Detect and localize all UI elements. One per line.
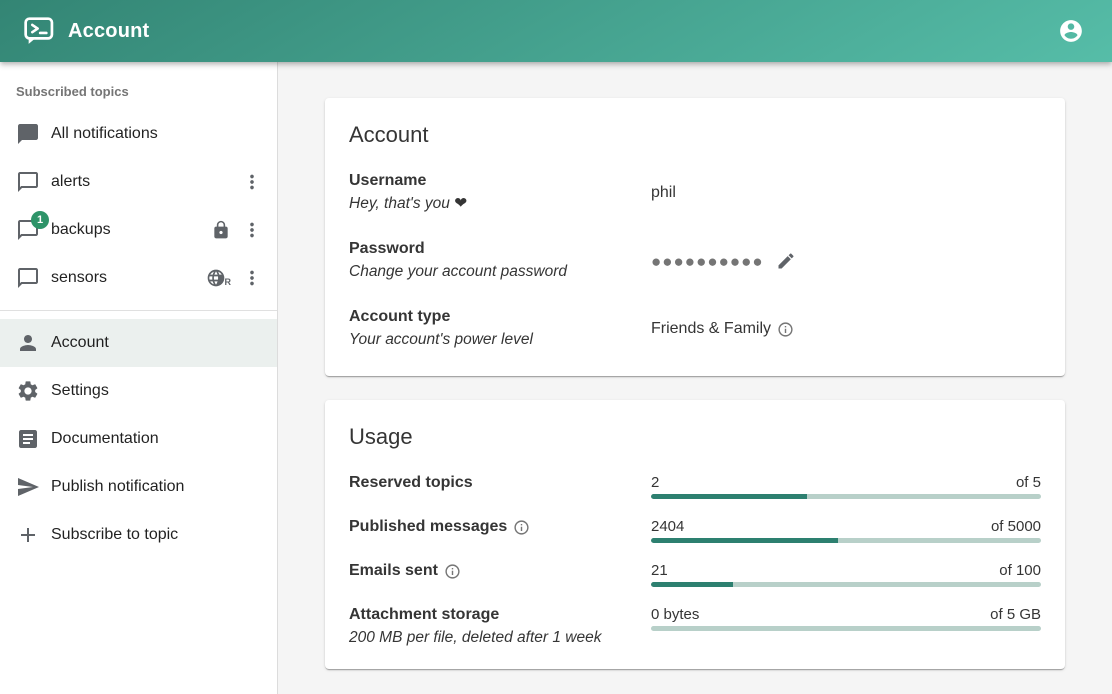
- sidebar-item-all-notifications[interactable]: All notifications: [0, 110, 277, 158]
- reserved-topics-meter: Reserved topics 2 of 5: [349, 472, 1041, 499]
- nav-label: Documentation: [51, 430, 267, 448]
- chat-bubble-filled-icon: [16, 122, 40, 146]
- account-type-row: Account type Your account's power level …: [349, 306, 1041, 352]
- article-icon: [16, 427, 40, 451]
- progress-fill: [651, 494, 807, 499]
- topic-label: All notifications: [51, 125, 267, 143]
- account-circle-icon: [1058, 18, 1084, 44]
- username-sublabel: Hey, that's you ❤: [349, 192, 651, 216]
- sidebar-item-documentation[interactable]: Documentation: [0, 415, 277, 463]
- progress-bar: [651, 538, 1041, 543]
- meter-sublabel: 200 MB per file, deleted after 1 week: [349, 626, 651, 650]
- main-content: Account Username Hey, that's you ❤ phil …: [278, 62, 1112, 694]
- info-icon[interactable]: [513, 519, 530, 536]
- sidebar-item-settings[interactable]: Settings: [0, 367, 277, 415]
- ntfy-logo-icon: [24, 17, 54, 45]
- account-card: Account Username Hey, that's you ❤ phil …: [325, 98, 1065, 376]
- account-type-sublabel: Your account's power level: [349, 328, 651, 352]
- topic-menu-button[interactable]: [237, 215, 267, 245]
- usage-card: Usage Reserved topics 2 of 5: [325, 400, 1065, 669]
- sidebar-divider: [0, 310, 277, 311]
- usage-card-title: Usage: [349, 424, 1041, 450]
- username-label: Username: [349, 170, 651, 192]
- meter-label: Attachment storage: [349, 604, 499, 626]
- meter-limit: of 5 GB: [990, 604, 1041, 626]
- meter-label: Reserved topics: [349, 472, 473, 494]
- attachment-storage-meter: Attachment storage 200 MB per file, dele…: [349, 604, 1041, 650]
- meter-value: 2: [651, 472, 659, 494]
- plus-icon: [16, 523, 40, 547]
- progress-bar: [651, 582, 1041, 587]
- sidebar-item-alerts[interactable]: alerts: [0, 158, 277, 206]
- meter-limit: of 5000: [991, 516, 1041, 538]
- password-sublabel: Change your account password: [349, 260, 651, 284]
- topic-list: All notifications alerts: [0, 110, 277, 302]
- password-row: Password Change your account password ●●…: [349, 238, 1041, 284]
- subscribed-topics-heading: Subscribed topics: [0, 62, 277, 110]
- more-vert-icon: [241, 219, 263, 241]
- topic-menu-button[interactable]: [237, 167, 267, 197]
- gear-icon: [16, 379, 40, 403]
- account-menu-button[interactable]: [1050, 10, 1092, 52]
- change-password-button[interactable]: [774, 249, 798, 273]
- chat-bubble-outline-icon: [16, 170, 40, 194]
- app-window: Account Subscribed topics All notificati…: [0, 0, 1112, 694]
- emails-sent-meter: Emails sent 21 of 100: [349, 560, 1041, 587]
- nav-label: Publish notification: [51, 478, 267, 496]
- page-title: Account: [68, 20, 149, 43]
- chat-bubble-outline-icon: 1: [16, 218, 40, 242]
- progress-fill: [651, 538, 838, 543]
- nav-label: Account: [51, 334, 267, 352]
- progress-bar: [651, 494, 1041, 499]
- more-vert-icon: [241, 171, 263, 193]
- sidebar-item-account[interactable]: Account: [0, 319, 277, 367]
- more-vert-icon: [241, 267, 263, 289]
- app-header: Account: [0, 0, 1112, 62]
- lock-icon: [211, 220, 231, 240]
- topic-menu-button[interactable]: [237, 263, 267, 293]
- topic-label: backups: [51, 221, 211, 239]
- meter-value: 21: [651, 560, 668, 582]
- username-value: phil: [651, 184, 676, 202]
- meter-limit: of 5: [1016, 472, 1041, 494]
- info-icon[interactable]: [444, 563, 461, 580]
- nav-label: Settings: [51, 382, 267, 400]
- meter-label: Emails sent: [349, 560, 438, 582]
- sidebar-item-publish-notification[interactable]: Publish notification: [0, 463, 277, 511]
- chat-bubble-outline-icon: [16, 266, 40, 290]
- reserved-topic-globe-icon: R: [206, 268, 232, 288]
- sidebar-item-subscribe-to-topic[interactable]: Subscribe to topic: [0, 511, 277, 559]
- account-type-value: Friends & Family: [651, 320, 771, 338]
- reserved-marker-label: R: [225, 277, 232, 287]
- person-icon: [16, 331, 40, 355]
- meter-label: Published messages: [349, 516, 507, 538]
- nav-list: Account Settings Documentation: [0, 319, 277, 559]
- meter-limit: of 100: [999, 560, 1041, 582]
- username-row: Username Hey, that's you ❤ phil: [349, 170, 1041, 216]
- nav-label: Subscribe to topic: [51, 526, 267, 544]
- progress-bar: [651, 626, 1041, 631]
- send-icon: [16, 475, 40, 499]
- account-card-title: Account: [349, 122, 1041, 148]
- meter-value: 2404: [651, 516, 684, 538]
- account-type-label: Account type: [349, 306, 651, 328]
- password-label: Password: [349, 238, 651, 260]
- unread-count-badge: 1: [31, 211, 49, 229]
- published-messages-meter: Published messages 2404 of 5000: [349, 516, 1041, 543]
- topic-label: alerts: [51, 173, 237, 191]
- info-icon[interactable]: [777, 321, 794, 338]
- meter-value: 0 bytes: [651, 604, 699, 626]
- sidebar-item-sensors[interactable]: sensors R: [0, 254, 277, 302]
- password-masked-value: ●●●●●●●●●●: [651, 253, 764, 270]
- sidebar-item-backups[interactable]: 1 backups: [0, 206, 277, 254]
- topic-label: sensors: [51, 269, 206, 287]
- sidebar: Subscribed topics All notifications aler…: [0, 62, 278, 694]
- pencil-icon: [776, 251, 796, 271]
- progress-fill: [651, 582, 733, 587]
